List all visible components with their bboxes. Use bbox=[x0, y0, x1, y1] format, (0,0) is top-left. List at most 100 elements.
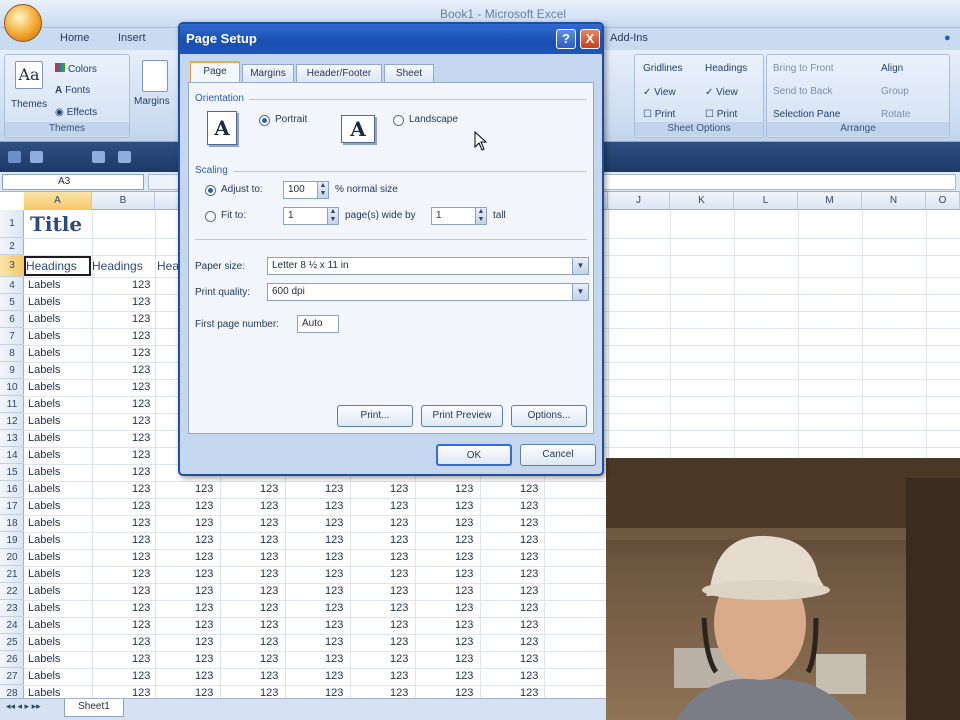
group-button[interactable]: Group bbox=[881, 86, 909, 97]
value-cell[interactable]: 123 bbox=[195, 549, 213, 566]
first-page-number-input[interactable]: Auto bbox=[297, 315, 339, 333]
value-cell[interactable]: 123 bbox=[132, 294, 150, 311]
value-cell[interactable]: 123 bbox=[325, 481, 343, 498]
colors-button[interactable]: Colors bbox=[55, 63, 97, 75]
themes-icon[interactable]: Aa bbox=[15, 61, 43, 89]
fit-tall-spinner[interactable]: 1 ▲ ▼ bbox=[431, 207, 487, 225]
gridlines-print-checkbox[interactable]: ☐ Print bbox=[643, 109, 675, 120]
value-cell[interactable]: 123 bbox=[132, 481, 150, 498]
tab-header-footer[interactable]: Header/Footer bbox=[296, 64, 382, 82]
align-button[interactable]: Align bbox=[881, 63, 903, 74]
tab-margins[interactable]: Margins bbox=[242, 64, 294, 82]
value-cell[interactable]: 123 bbox=[325, 532, 343, 549]
row-header-6[interactable]: 6 bbox=[0, 311, 24, 328]
label-cell[interactable]: Labels bbox=[28, 600, 60, 617]
column-header-o[interactable]: O bbox=[926, 192, 960, 210]
value-cell[interactable]: 123 bbox=[455, 600, 473, 617]
value-cell[interactable]: 123 bbox=[520, 668, 538, 685]
value-cell[interactable]: 123 bbox=[325, 549, 343, 566]
value-cell[interactable]: 123 bbox=[132, 345, 150, 362]
value-cell[interactable]: 123 bbox=[520, 549, 538, 566]
value-cell[interactable]: 123 bbox=[132, 600, 150, 617]
value-cell[interactable]: 123 bbox=[390, 498, 408, 515]
row-header-15[interactable]: 15 bbox=[0, 464, 24, 481]
row-header-23[interactable]: 23 bbox=[0, 600, 24, 617]
value-cell[interactable]: 123 bbox=[260, 566, 278, 583]
help-button[interactable]: ? bbox=[556, 29, 576, 49]
value-cell[interactable]: 123 bbox=[260, 481, 278, 498]
row-header-7[interactable]: 7 bbox=[0, 328, 24, 345]
label-cell[interactable]: Labels bbox=[28, 685, 60, 698]
tab-add-ins[interactable]: Add-Ins bbox=[610, 32, 648, 44]
row-header-14[interactable]: 14 bbox=[0, 447, 24, 464]
value-cell[interactable]: 123 bbox=[390, 583, 408, 600]
label-cell[interactable]: Labels bbox=[28, 549, 60, 566]
value-cell[interactable]: 123 bbox=[390, 634, 408, 651]
row-header-9[interactable]: 9 bbox=[0, 362, 24, 379]
value-cell[interactable]: 123 bbox=[195, 566, 213, 583]
column-header-j[interactable]: J bbox=[608, 192, 670, 210]
value-cell[interactable]: 123 bbox=[455, 634, 473, 651]
landscape-label[interactable]: Landscape bbox=[409, 114, 458, 125]
fit-to-radio[interactable] bbox=[205, 211, 216, 222]
options-button[interactable]: Options... bbox=[511, 405, 587, 427]
label-cell[interactable]: Labels bbox=[28, 311, 60, 328]
value-cell[interactable]: 123 bbox=[390, 651, 408, 668]
landscape-radio[interactable] bbox=[393, 115, 404, 126]
spinner-arrows-icon[interactable]: ▲ ▼ bbox=[317, 182, 328, 198]
label-cell[interactable]: Labels bbox=[28, 481, 60, 498]
office-button[interactable] bbox=[4, 4, 42, 42]
label-cell[interactable]: Labels bbox=[28, 498, 60, 515]
row-header-4[interactable]: 4 bbox=[0, 277, 24, 294]
bring-to-front-button[interactable]: Bring to Front bbox=[773, 63, 834, 74]
value-cell[interactable]: 123 bbox=[455, 685, 473, 698]
row-header-28[interactable]: 28 bbox=[0, 685, 24, 698]
value-cell[interactable]: 123 bbox=[195, 685, 213, 698]
value-cell[interactable]: 123 bbox=[132, 651, 150, 668]
value-cell[interactable]: 123 bbox=[260, 668, 278, 685]
label-cell[interactable]: Labels bbox=[28, 583, 60, 600]
label-cell[interactable]: Labels bbox=[28, 379, 60, 396]
row-header-19[interactable]: 19 bbox=[0, 532, 24, 549]
value-cell[interactable]: 123 bbox=[390, 515, 408, 532]
value-cell[interactable]: 123 bbox=[260, 651, 278, 668]
value-cell[interactable]: 123 bbox=[260, 634, 278, 651]
column-header-b[interactable]: B bbox=[92, 192, 155, 210]
portrait-label[interactable]: Portrait bbox=[275, 114, 307, 125]
value-cell[interactable]: 123 bbox=[455, 532, 473, 549]
help-icon[interactable]: ● bbox=[944, 32, 951, 44]
row-header-11[interactable]: 11 bbox=[0, 396, 24, 413]
value-cell[interactable]: 123 bbox=[195, 651, 213, 668]
rotate-button[interactable]: Rotate bbox=[881, 109, 910, 120]
heading-cell[interactable]: Headings bbox=[92, 255, 143, 277]
column-header-n[interactable]: N bbox=[862, 192, 926, 210]
label-cell[interactable]: Labels bbox=[28, 566, 60, 583]
label-cell[interactable]: Labels bbox=[28, 515, 60, 532]
value-cell[interactable]: 123 bbox=[132, 447, 150, 464]
name-box[interactable]: A3 bbox=[2, 174, 144, 190]
row-header-16[interactable]: 16 bbox=[0, 481, 24, 498]
fit-wide-spinner[interactable]: 1 ▲ ▼ bbox=[283, 207, 339, 225]
value-cell[interactable]: 123 bbox=[455, 498, 473, 515]
headings-view-checkbox[interactable]: ✓ View bbox=[705, 87, 738, 98]
value-cell[interactable]: 123 bbox=[455, 515, 473, 532]
margins-button[interactable]: Margins bbox=[134, 96, 170, 107]
label-cell[interactable]: Labels bbox=[28, 532, 60, 549]
row-header-20[interactable]: 20 bbox=[0, 549, 24, 566]
value-cell[interactable]: 123 bbox=[390, 617, 408, 634]
chevron-down-icon[interactable]: ▼ bbox=[572, 258, 588, 274]
value-cell[interactable]: 123 bbox=[260, 498, 278, 515]
value-cell[interactable]: 123 bbox=[455, 566, 473, 583]
spinner-arrows-icon[interactable]: ▲ ▼ bbox=[327, 208, 338, 224]
label-cell[interactable]: Labels bbox=[28, 617, 60, 634]
themes-button[interactable]: Themes bbox=[11, 99, 47, 110]
value-cell[interactable]: 123 bbox=[132, 464, 150, 481]
value-cell[interactable]: 123 bbox=[520, 651, 538, 668]
column-header-l[interactable]: L bbox=[734, 192, 798, 210]
label-cell[interactable]: Labels bbox=[28, 430, 60, 447]
label-cell[interactable]: Labels bbox=[28, 362, 60, 379]
value-cell[interactable]: 123 bbox=[195, 668, 213, 685]
paper-size-select[interactable]: Letter 8 ½ x 11 in ▼ bbox=[267, 257, 589, 275]
headings-print-checkbox[interactable]: ☐ Print bbox=[705, 109, 737, 120]
value-cell[interactable]: 123 bbox=[325, 668, 343, 685]
